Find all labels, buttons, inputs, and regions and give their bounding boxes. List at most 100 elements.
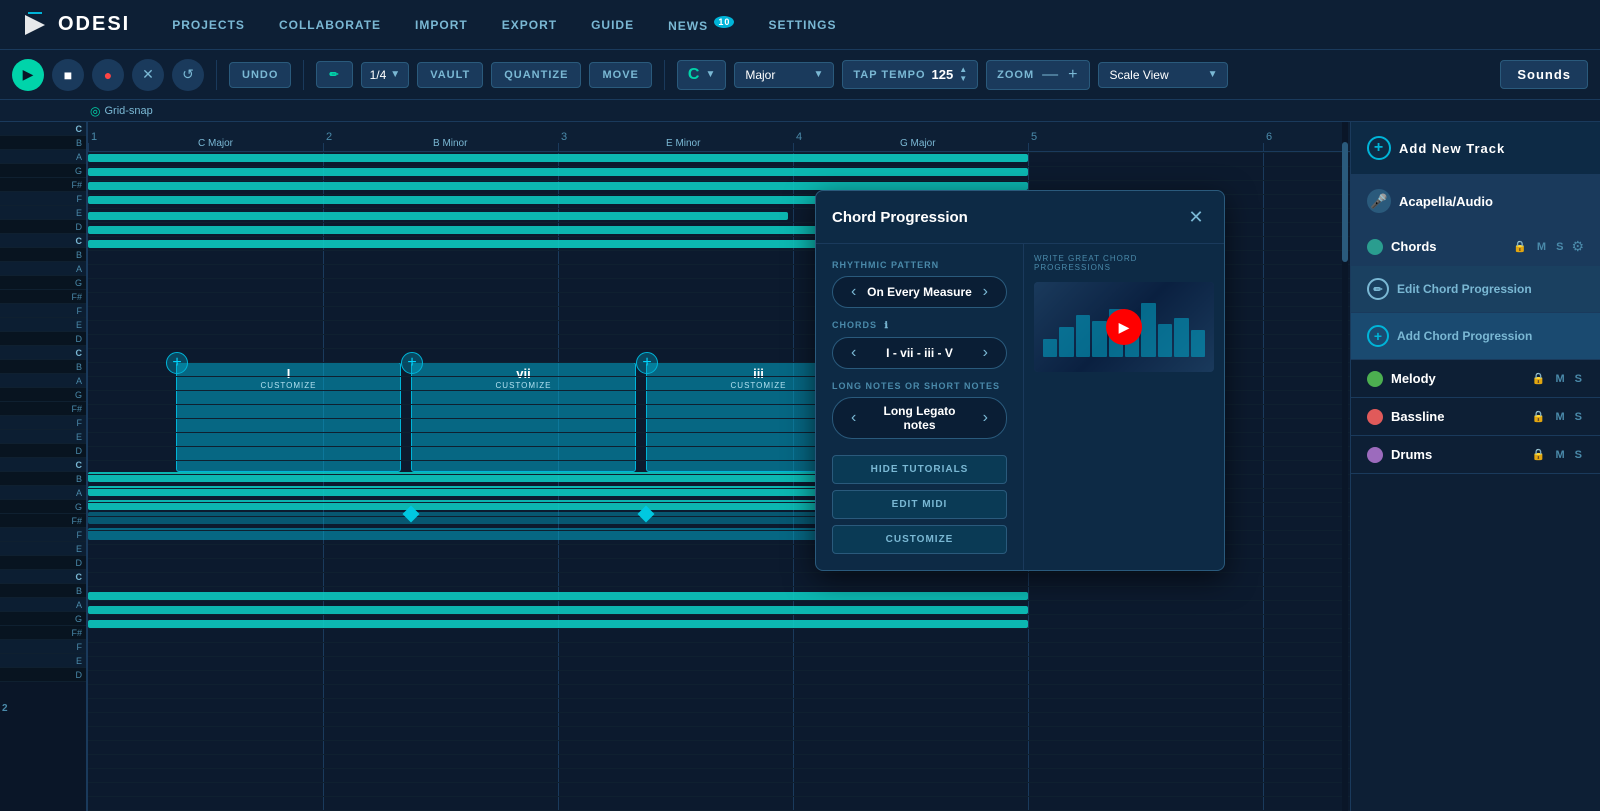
scale-view-selector[interactable]: Scale View ▼: [1098, 62, 1228, 88]
tap-tempo[interactable]: TAP TEMPO 125 ▲ ▼: [842, 60, 978, 89]
track-bassline[interactable]: Bassline 🔒 M S: [1351, 398, 1600, 436]
hide-tutorials-button[interactable]: HIDE TUTORIALS: [832, 455, 1007, 484]
chord-customize-vii[interactable]: CUSTOMIZE: [496, 381, 552, 390]
nav-collaborate[interactable]: COLLABORATE: [277, 14, 383, 36]
add-marker-3[interactable]: +: [636, 352, 658, 374]
chords-help-icon[interactable]: ℹ: [885, 320, 889, 330]
note-fs1: F#: [0, 514, 86, 528]
bassline-lock-button[interactable]: 🔒: [1530, 408, 1548, 425]
melody-bar-3: [88, 182, 1028, 190]
chords-picker[interactable]: ‹ I - vii - iii - V ›: [832, 337, 1007, 369]
notes-prev-button[interactable]: ‹: [845, 409, 862, 427]
note-c5: C: [0, 122, 86, 136]
grid-h-34: [88, 628, 1350, 629]
drums-M-button[interactable]: M: [1553, 447, 1566, 463]
chord-block-I[interactable]: I CUSTOMIZE: [176, 362, 401, 472]
metronome-button[interactable]: ✕: [132, 59, 164, 91]
chords-controls: 🔒 M S ⚙: [1511, 238, 1584, 255]
draw-button[interactable]: ✏: [316, 61, 352, 88]
measure-marker-1: 1: [88, 131, 97, 151]
rhythmic-value: On Every Measure: [866, 285, 972, 299]
sounds-button[interactable]: Sounds: [1500, 60, 1588, 89]
rhythmic-prev-button[interactable]: ‹: [845, 283, 862, 301]
measure-marker-3: 3: [558, 131, 567, 151]
scrollbar[interactable]: [1342, 122, 1348, 811]
nav-guide[interactable]: GUIDE: [589, 14, 636, 36]
edit-midi-button[interactable]: EDIT MIDI: [832, 490, 1007, 519]
chord-block-vii[interactable]: vii CUSTOMIZE: [411, 362, 636, 472]
scale-selector[interactable]: Major ▼: [734, 62, 834, 88]
time-signature[interactable]: 1/4 ▼: [361, 62, 410, 88]
record-button[interactable]: ●: [92, 59, 124, 91]
track-drums[interactable]: Drums 🔒 M S: [1351, 436, 1600, 474]
grid-snap-icon: ◎: [90, 104, 100, 118]
track-chords[interactable]: Chords 🔒 M S ⚙: [1351, 228, 1600, 266]
customize-button[interactable]: CUSTOMIZE: [832, 525, 1007, 554]
acapella-audio-button[interactable]: 🎤 Acapella/Audio: [1351, 175, 1600, 228]
top-navigation: ODESI PROJECTS COLLABORATE IMPORT EXPORT…: [0, 0, 1600, 50]
zoom-in-button[interactable]: +: [1066, 66, 1079, 84]
edit-chord-icon: ✏: [1367, 278, 1389, 300]
modal-close-button[interactable]: ✕: [1184, 205, 1208, 229]
edit-chord-progression-button[interactable]: ✏ Edit Chord Progression: [1351, 266, 1600, 313]
grid-h-43: [88, 754, 1350, 755]
melody-S-button[interactable]: S: [1573, 371, 1584, 387]
stop-button[interactable]: ■: [52, 59, 84, 91]
bpm-up[interactable]: ▲: [959, 66, 967, 74]
chord-customize-I[interactable]: CUSTOMIZE: [261, 381, 317, 390]
rhythmic-pattern-label: RHYTHMIC PATTERN: [832, 260, 1007, 270]
grid-snap-bar: ◎ Grid-snap: [0, 100, 1600, 122]
drums-lock-button[interactable]: 🔒: [1530, 446, 1548, 463]
undo-button[interactable]: UNDO: [229, 62, 291, 88]
chord-label-eminor: E Minor: [666, 138, 700, 149]
note-g4: G: [0, 164, 86, 178]
divider-1: [216, 60, 217, 90]
chord-customize-iii[interactable]: CUSTOMIZE: [731, 381, 787, 390]
track-melody[interactable]: Melody 🔒 M S: [1351, 360, 1600, 398]
scrollbar-thumb[interactable]: [1342, 142, 1348, 262]
zoom-out-button[interactable]: —: [1040, 66, 1060, 84]
chords-lock-button[interactable]: 🔒: [1511, 238, 1529, 255]
time-sig-arrow: ▼: [390, 69, 400, 80]
chords-next-button[interactable]: ›: [977, 344, 994, 362]
notes-value: Long Legato notes: [866, 404, 972, 432]
nav-settings[interactable]: SETTINGS: [766, 14, 838, 36]
add-marker-2[interactable]: +: [401, 352, 423, 374]
add-marker-1[interactable]: +: [166, 352, 188, 374]
chords-prev-button[interactable]: ‹: [845, 344, 862, 362]
loop-button[interactable]: ↺: [172, 59, 204, 91]
chords-gear-button[interactable]: ⚙: [1571, 238, 1584, 255]
modal-right-panel: WRITE GREAT CHORD PROGRESSIONS: [1024, 244, 1224, 570]
nav-import[interactable]: IMPORT: [413, 14, 470, 36]
rhythmic-next-button[interactable]: ›: [977, 283, 994, 301]
melody-color-dot: [1367, 371, 1383, 387]
tutorial-play-button[interactable]: ▶: [1106, 309, 1142, 345]
melody-track3-1: [88, 592, 1028, 600]
bpm-down[interactable]: ▼: [959, 75, 967, 83]
note-e4: E: [0, 206, 86, 220]
nav-projects[interactable]: PROJECTS: [170, 14, 247, 36]
chords-S-button[interactable]: S: [1554, 239, 1565, 255]
vault-button[interactable]: VAULT: [417, 62, 483, 88]
bassline-S-button[interactable]: S: [1573, 409, 1584, 425]
bassline-M-button[interactable]: M: [1553, 409, 1566, 425]
melody-bar-5: [88, 212, 788, 220]
note-fs4: F#: [0, 178, 86, 192]
move-button[interactable]: MOVE: [589, 62, 651, 88]
notes-picker[interactable]: ‹ Long Legato notes ›: [832, 397, 1007, 439]
play-button[interactable]: ▶: [12, 59, 44, 91]
grid-h-37: [88, 670, 1350, 671]
nav-export[interactable]: EXPORT: [500, 14, 559, 36]
rhythmic-pattern-picker[interactable]: ‹ On Every Measure ›: [832, 276, 1007, 308]
melody-lock-button[interactable]: 🔒: [1530, 370, 1548, 387]
chords-M-button[interactable]: M: [1535, 239, 1548, 255]
drums-S-button[interactable]: S: [1573, 447, 1584, 463]
notes-next-button[interactable]: ›: [977, 409, 994, 427]
add-new-track-button[interactable]: + Add New Track: [1351, 122, 1600, 175]
note-f3: F: [0, 304, 86, 318]
nav-news[interactable]: NEWS 10: [666, 13, 736, 37]
melody-M-button[interactable]: M: [1553, 371, 1566, 387]
add-chord-progression-button[interactable]: + Add Chord Progression: [1351, 313, 1600, 360]
quantize-button[interactable]: QUANTIZE: [491, 62, 581, 88]
key-selector[interactable]: C ▼: [677, 60, 726, 90]
